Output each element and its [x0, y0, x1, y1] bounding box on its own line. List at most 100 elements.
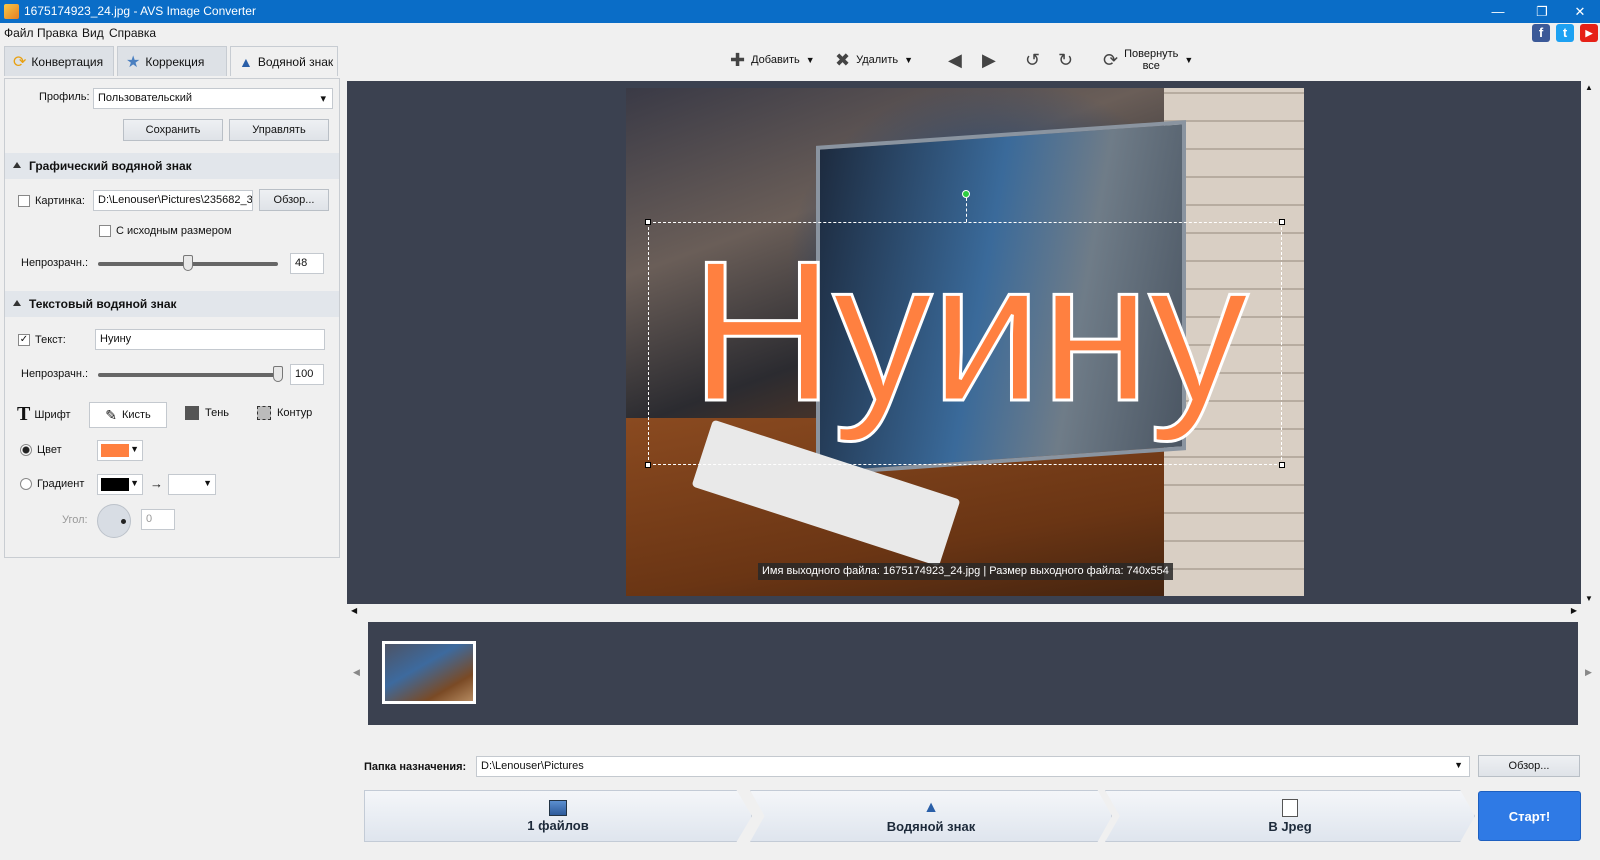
thumbnail-selected[interactable]	[382, 641, 476, 704]
tab-watermark[interactable]: ▲ Водяной знак	[230, 46, 338, 76]
destination-browse-button[interactable]: Обзор...	[1478, 755, 1580, 777]
menu-edit[interactable]: Правка	[37, 26, 78, 40]
close-button[interactable]: ✕	[1560, 0, 1600, 23]
text-opacity-input[interactable]: 100	[290, 364, 324, 385]
profile-label: Профиль:	[39, 91, 90, 103]
gradient-to-swatch	[172, 478, 202, 491]
next-button[interactable]: ▶	[982, 48, 996, 72]
text-label: Текст:	[35, 334, 66, 346]
manage-profile-button[interactable]: Управлять	[229, 119, 329, 141]
tab-label: Водяной знак	[257, 54, 334, 69]
color-radio[interactable]	[20, 444, 32, 456]
section-title: Текстовый водяной знак	[29, 297, 177, 311]
close-icon: ✖	[835, 49, 851, 70]
window-title: 1675174923_24.jpg - AVS Image Converter	[24, 4, 256, 18]
chevron-right-icon: ▶	[1585, 667, 1592, 677]
previous-button[interactable]: ◀	[948, 48, 962, 72]
preview-hscrollbar[interactable]: ◀ ▶	[347, 604, 1581, 618]
rotate-all-button[interactable]: ⟳ Повернуть все ▼	[1103, 48, 1193, 72]
tab-label: Конвертация	[31, 54, 104, 69]
menu-file[interactable]: Файл	[4, 26, 34, 40]
angle-dial[interactable]	[97, 504, 131, 538]
destination-path-input[interactable]: D:\Lenouser\Pictures ▼	[476, 756, 1470, 777]
shadow-icon	[185, 406, 199, 420]
minimize-button[interactable]: —	[1476, 0, 1520, 23]
arrow-right-icon: ▶	[982, 49, 996, 70]
thumbs-prev-button[interactable]: ◀	[347, 622, 367, 725]
shadow-tab[interactable]: Тень	[185, 406, 229, 420]
arrow-right-icon: →	[150, 476, 163, 491]
resize-handle-tl[interactable]	[645, 219, 651, 225]
picture-browse-button[interactable]: Обзор...	[259, 189, 329, 211]
collapse-icon	[13, 300, 21, 306]
profile-select[interactable]: Пользовательский ▾	[93, 88, 333, 109]
font-tab[interactable]: T Шрифт	[17, 403, 71, 426]
picture-path-input[interactable]: D:\Lenouser\Pictures\235682_3.	[93, 190, 253, 211]
text-checkbox[interactable]: ✓	[18, 334, 30, 346]
step-watermark[interactable]: ▲ Водяной знак	[750, 790, 1112, 842]
text-opacity-label: Непрозрачн.:	[21, 368, 89, 380]
color-label: Цвет	[37, 444, 62, 456]
gradient-to-picker[interactable]: ▼	[168, 474, 216, 495]
resize-handle-tr[interactable]	[1279, 219, 1285, 225]
thumbs-next-button[interactable]: ▶	[1580, 622, 1598, 725]
twitter-icon[interactable]: t	[1556, 24, 1574, 42]
angle-input[interactable]: 0	[141, 509, 175, 530]
step-files[interactable]: 1 файлов	[364, 790, 752, 842]
text-opacity-slider[interactable]	[98, 373, 278, 377]
outline-tab[interactable]: Контур	[257, 406, 312, 420]
step-label: Водяной знак	[886, 818, 976, 834]
graphic-watermark-header[interactable]: Графический водяной знак	[5, 153, 339, 179]
menu-view[interactable]: Вид	[82, 26, 104, 40]
add-label: Добавить	[751, 54, 800, 66]
angle-label: Угол:	[62, 514, 88, 526]
rotate-right-button[interactable]: ↻	[1058, 48, 1073, 72]
gradient-radio[interactable]	[20, 478, 32, 490]
scroll-up-icon[interactable]: ▲	[1585, 83, 1593, 92]
restore-button[interactable]: ❐	[1520, 0, 1564, 23]
text-opacity-handle[interactable]	[273, 366, 283, 382]
gradient-from-picker[interactable]: ▼	[97, 474, 143, 495]
resize-handle-br[interactable]	[1279, 462, 1285, 468]
rotate-all-line2: все	[1142, 60, 1160, 72]
rotate-handle[interactable]	[962, 190, 970, 198]
delete-button[interactable]: ✖ Удалить ▼	[835, 48, 913, 72]
add-button[interactable]: ✚ Добавить ▼	[730, 48, 815, 72]
step-label: 1 файлов	[527, 817, 589, 833]
youtube-icon[interactable]: ▶	[1580, 24, 1598, 42]
jpeg-icon	[1282, 798, 1298, 817]
step-label: В Jpeg	[1268, 818, 1312, 834]
color-picker[interactable]: ▼	[97, 440, 143, 461]
tab-correction[interactable]: ★ Коррекция	[117, 46, 227, 76]
menu-help[interactable]: Справка	[109, 26, 156, 40]
watermark-text-input[interactable]: Нуину	[95, 329, 325, 350]
chevron-down-icon: ▼	[130, 478, 139, 488]
gradient-label: Градиент	[37, 478, 85, 490]
profile-value: Пользовательский	[98, 92, 192, 104]
star-icon: ★	[126, 53, 141, 71]
stamp-icon: ▲	[923, 798, 939, 816]
tab-conversion[interactable]: ⟳ Конвертация	[4, 46, 114, 76]
facebook-icon[interactable]: f	[1532, 24, 1550, 42]
picture-checkbox[interactable]	[18, 195, 30, 207]
start-button[interactable]: Старт!	[1478, 791, 1581, 841]
graphic-opacity-handle[interactable]	[183, 255, 194, 271]
preview-vscrollbar[interactable]: ▲ ▼	[1582, 81, 1596, 605]
original-size-checkbox[interactable]	[99, 225, 111, 237]
watermark-selection-box[interactable]	[648, 222, 1282, 465]
rotate-all-line1: Повернуть	[1124, 48, 1179, 60]
step-format[interactable]: В Jpeg	[1105, 790, 1475, 842]
scroll-down-icon[interactable]: ▼	[1585, 594, 1593, 603]
graphic-opacity-input[interactable]: 48	[290, 253, 324, 274]
shadow-label: Тень	[205, 407, 230, 419]
save-profile-button[interactable]: Сохранить	[123, 119, 223, 141]
rotate-right-icon: ↻	[1058, 49, 1074, 70]
resize-handle-bl[interactable]	[645, 462, 651, 468]
rotate-left-button[interactable]: ↺	[1025, 48, 1040, 72]
brush-tab[interactable]: ✎ Кисть	[89, 402, 167, 428]
scroll-right-icon[interactable]: ▶	[1571, 606, 1577, 615]
scroll-left-icon[interactable]: ◀	[351, 606, 357, 615]
plus-icon: ✚	[730, 49, 746, 70]
text-watermark-header[interactable]: Текстовый водяной знак	[5, 291, 339, 317]
destination-path-value: D:\Lenouser\Pictures	[481, 760, 584, 772]
